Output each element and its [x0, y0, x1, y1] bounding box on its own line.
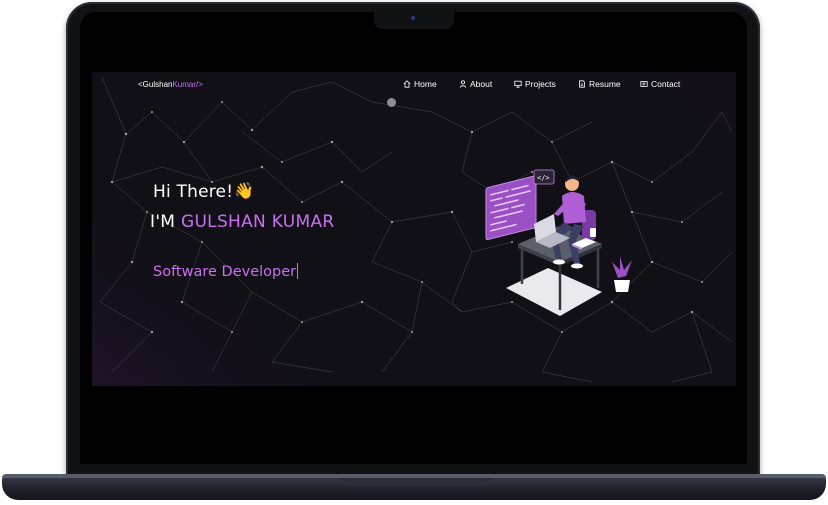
hero-name-prefix: I'M [150, 212, 181, 232]
nav-projects[interactable]: Projects [514, 79, 556, 89]
cursor-dot [387, 98, 396, 107]
nav-home-label: Home [414, 79, 437, 89]
hero-greeting: Hi There! [153, 182, 234, 202]
site-logo[interactable]: <GulshanKumar/> [138, 80, 203, 89]
typewriter-text: Software Developer [153, 264, 297, 280]
document-icon [579, 80, 585, 88]
logo-accent-text: Kumar/> [172, 80, 203, 89]
contact-icon [640, 81, 648, 87]
svg-text:</>: </> [537, 174, 550, 182]
nav-projects-label: Projects [525, 79, 556, 89]
website-screen: <GulshanKumar/> Home About Projects Resu… [92, 72, 736, 386]
nav-contact[interactable]: Contact [640, 79, 680, 89]
projects-icon [514, 80, 522, 88]
laptop-notch [374, 12, 454, 29]
typewriter-role: Software Developer [153, 263, 299, 280]
hero-name-highlight: GULSHAN KUMAR [180, 212, 335, 232]
user-icon [459, 80, 467, 88]
nav-resume-label: Resume [589, 79, 621, 89]
hero-name: I'M GULSHAN KUMAR [150, 212, 335, 232]
nav-home[interactable]: Home [403, 79, 437, 89]
home-icon [403, 80, 411, 88]
camera-icon [411, 16, 415, 20]
nav-contact-label: Contact [651, 79, 681, 89]
developer-at-desk-illustration: </> [485, 169, 632, 316]
navbar: <GulshanKumar/> Home About Projects Resu… [92, 72, 736, 96]
waving-hand-icon: 👋 [234, 183, 254, 200]
laptop-opening-notch [342, 478, 490, 486]
typewriter-cursor [297, 263, 299, 279]
logo-text: <Gulshan [138, 80, 173, 89]
nav-about-label: About [470, 79, 493, 89]
nav-about[interactable]: About [459, 79, 492, 89]
nav-resume[interactable]: Resume [578, 79, 621, 89]
